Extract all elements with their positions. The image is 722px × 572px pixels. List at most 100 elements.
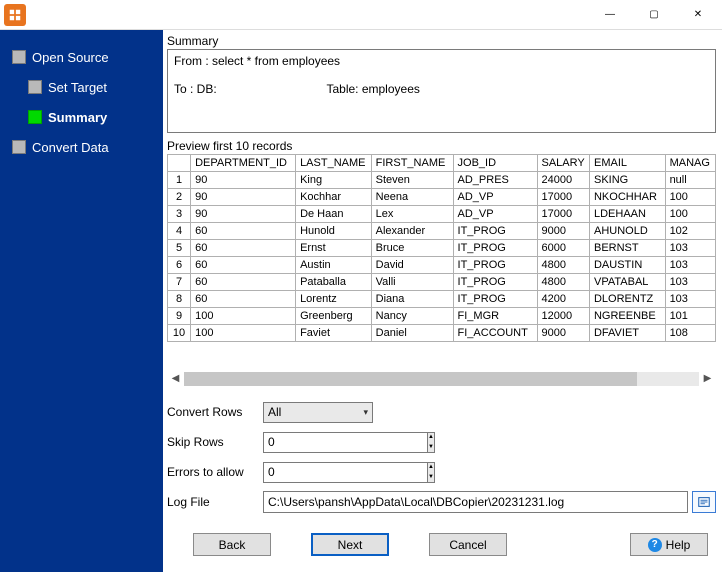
- cell: 103: [665, 240, 715, 257]
- cell: 60: [191, 257, 296, 274]
- cell: Austin: [296, 257, 372, 274]
- cell: 100: [665, 189, 715, 206]
- skip-rows-stepper[interactable]: ▲▼: [263, 432, 341, 453]
- cell: Ernst: [296, 240, 372, 257]
- spin-down-icon[interactable]: ▼: [428, 472, 434, 482]
- cell: BERNST: [589, 240, 665, 257]
- chevron-down-icon: ▾: [363, 407, 368, 418]
- cancel-button[interactable]: Cancel: [429, 533, 507, 556]
- cell: DAUSTIN: [589, 257, 665, 274]
- cell: AD_VP: [453, 189, 537, 206]
- cell: 103: [665, 291, 715, 308]
- cell: 17000: [537, 189, 589, 206]
- cell: Lex: [371, 206, 453, 223]
- cell: AHUNOLD: [589, 223, 665, 240]
- table-row[interactable]: 390De HaanLexAD_VP17000LDEHAAN100: [168, 206, 716, 223]
- step-node-icon: [12, 50, 26, 64]
- cell: Steven: [371, 172, 453, 189]
- step-node-icon: [28, 110, 42, 124]
- column-header[interactable]: MANAG: [665, 155, 715, 172]
- preview-grid: DEPARTMENT_IDLAST_NAMEFIRST_NAMEJOB_IDSA…: [167, 154, 716, 346]
- table-row[interactable]: 290KochharNeenaAD_VP17000NKOCHHAR100: [168, 189, 716, 206]
- errors-stepper[interactable]: ▲▼: [263, 462, 341, 483]
- next-button[interactable]: Next: [311, 533, 389, 556]
- spin-up-icon[interactable]: ▲: [428, 463, 434, 473]
- cell: 108: [665, 325, 715, 342]
- cell: 24000: [537, 172, 589, 189]
- cell: 60: [191, 240, 296, 257]
- table-row[interactable]: 190KingStevenAD_PRES24000SKINGnull: [168, 172, 716, 189]
- logfile-input[interactable]: [263, 491, 688, 513]
- column-header[interactable]: DEPARTMENT_ID: [191, 155, 296, 172]
- convert-rows-select[interactable]: All ▾: [263, 402, 373, 423]
- table-row[interactable]: 9100GreenbergNancyFI_MGR12000NGREENBE101: [168, 308, 716, 325]
- cell: David: [371, 257, 453, 274]
- cell: Pataballa: [296, 274, 372, 291]
- wizard-sidebar: Open Source Set Target Summary Convert Data: [0, 30, 163, 572]
- horizontal-scrollbar[interactable]: ◀ ▶: [167, 370, 716, 387]
- cell: 4800: [537, 274, 589, 291]
- wizard-footer: Back Next Cancel ? Help: [167, 519, 716, 560]
- cell: 103: [665, 274, 715, 291]
- scroll-thumb[interactable]: [184, 372, 637, 386]
- column-header[interactable]: SALARY: [537, 155, 589, 172]
- row-number: 3: [168, 206, 191, 223]
- cell: Greenberg: [296, 308, 372, 325]
- cell: AD_VP: [453, 206, 537, 223]
- close-button[interactable]: ✕: [676, 1, 720, 29]
- cell: 17000: [537, 206, 589, 223]
- sidebar-item-label: Summary: [48, 110, 107, 125]
- cell: 100: [665, 206, 715, 223]
- cell: NKOCHHAR: [589, 189, 665, 206]
- sidebar-item-label: Set Target: [48, 80, 107, 95]
- scroll-right-icon[interactable]: ▶: [699, 370, 716, 387]
- errors-input[interactable]: [263, 462, 427, 483]
- cell: Diana: [371, 291, 453, 308]
- table-row[interactable]: 660AustinDavidIT_PROG4800DAUSTIN103: [168, 257, 716, 274]
- row-number: 9: [168, 308, 191, 325]
- cell: 90: [191, 206, 296, 223]
- table-row[interactable]: 860LorentzDianaIT_PROG4200DLORENTZ103: [168, 291, 716, 308]
- scroll-track[interactable]: [184, 372, 699, 386]
- row-number: 7: [168, 274, 191, 291]
- back-button[interactable]: Back: [193, 533, 271, 556]
- cell: 90: [191, 172, 296, 189]
- spin-down-icon[interactable]: ▼: [428, 442, 434, 452]
- browse-log-button[interactable]: [692, 491, 716, 513]
- table-row[interactable]: 460HunoldAlexanderIT_PROG9000AHUNOLD102: [168, 223, 716, 240]
- sidebar-item-set-target[interactable]: Set Target: [0, 74, 163, 100]
- scroll-left-icon[interactable]: ◀: [167, 370, 184, 387]
- minimize-button[interactable]: —: [588, 1, 632, 29]
- cell: Bruce: [371, 240, 453, 257]
- spin-up-icon[interactable]: ▲: [428, 433, 434, 443]
- cell: 101: [665, 308, 715, 325]
- cell: Faviet: [296, 325, 372, 342]
- cell: De Haan: [296, 206, 372, 223]
- column-header[interactable]: FIRST_NAME: [371, 155, 453, 172]
- cell: 100: [191, 308, 296, 325]
- cell: 103: [665, 257, 715, 274]
- skip-rows-input[interactable]: [263, 432, 427, 453]
- cell: 9000: [537, 325, 589, 342]
- cell: SKING: [589, 172, 665, 189]
- help-icon: ?: [648, 538, 662, 552]
- sidebar-item-convert-data[interactable]: Convert Data: [0, 134, 163, 160]
- help-button[interactable]: ? Help: [630, 533, 708, 556]
- column-header[interactable]: LAST_NAME: [296, 155, 372, 172]
- table-row[interactable]: 560ErnstBruceIT_PROG6000BERNST103: [168, 240, 716, 257]
- column-header[interactable]: JOB_ID: [453, 155, 537, 172]
- cell: IT_PROG: [453, 291, 537, 308]
- column-header[interactable]: EMAIL: [589, 155, 665, 172]
- convert-rows-value: All: [268, 405, 281, 419]
- table-row[interactable]: 10100FavietDanielFI_ACCOUNT9000DFAVIET10…: [168, 325, 716, 342]
- summary-heading: Summary: [167, 34, 716, 48]
- step-node-icon: [28, 80, 42, 94]
- table-row[interactable]: 760PataballaValliIT_PROG4800VPATABAL103: [168, 274, 716, 291]
- preview-heading: Preview first 10 records: [167, 139, 716, 153]
- sidebar-item-open-source[interactable]: Open Source: [0, 44, 163, 70]
- sidebar-item-summary[interactable]: Summary: [0, 104, 163, 130]
- maximize-button[interactable]: ▢: [632, 1, 676, 29]
- cell: 9000: [537, 223, 589, 240]
- cell: 12000: [537, 308, 589, 325]
- convert-rows-label: Convert Rows: [167, 405, 263, 419]
